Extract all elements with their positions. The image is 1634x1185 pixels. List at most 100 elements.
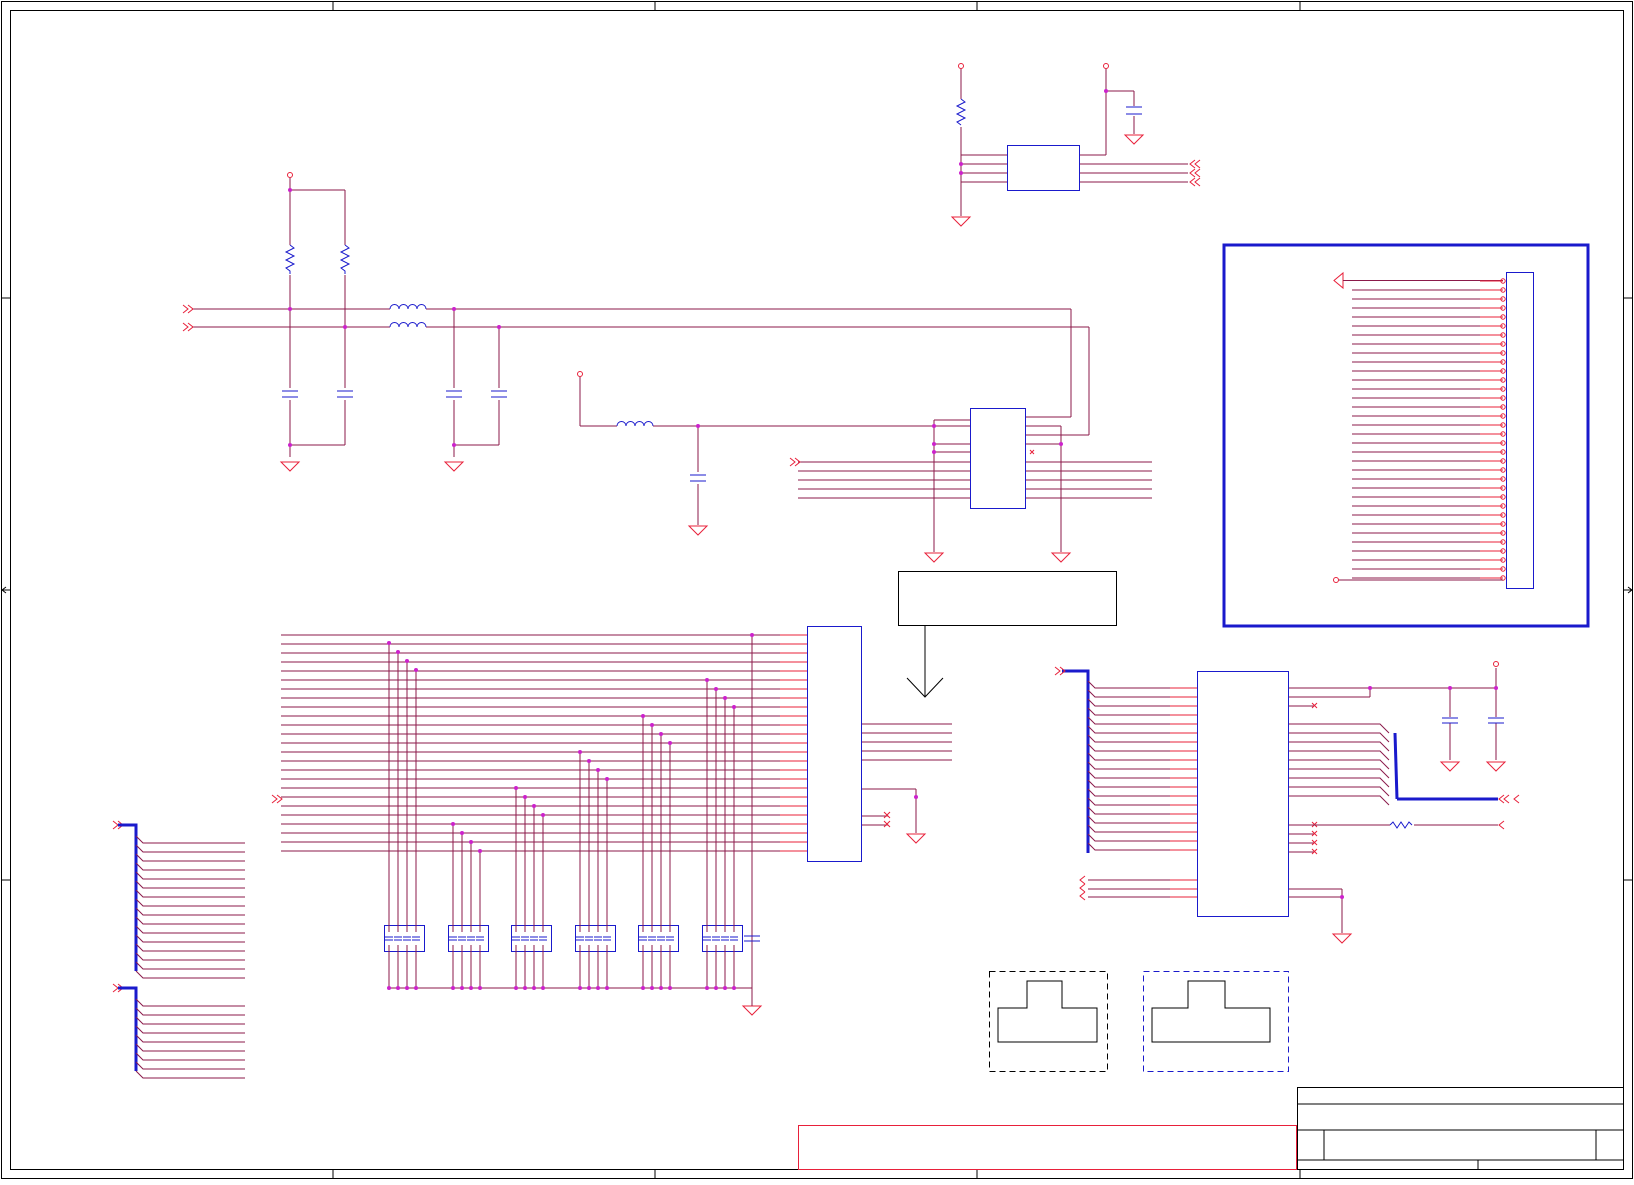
offpage-connector-icon (1079, 875, 1086, 901)
capacitor-icon (690, 474, 706, 482)
capacitor-icon (1126, 106, 1142, 115)
frame-ticks-right (1624, 297, 1633, 881)
junction-dot (541, 813, 545, 817)
junction-dot (532, 986, 536, 990)
capacitor-array-icon (511, 925, 552, 952)
ground-icon (905, 833, 927, 844)
junction-dot (596, 986, 600, 990)
bus-entry-wire (1087, 752, 1170, 761)
junction-dot (750, 633, 754, 637)
ground-icon (1123, 134, 1145, 145)
regulator-ic-icon (1007, 145, 1080, 191)
main-connector-ic-icon (807, 626, 862, 862)
bus-interface-ic-icon (1197, 671, 1289, 917)
junction-dot (523, 795, 527, 799)
bus-entry-wire (135, 871, 245, 880)
ground-icon (1050, 552, 1072, 563)
bus-entry-wire (1087, 815, 1170, 824)
bus-entry-wire (135, 961, 245, 970)
frame-ticks-left (1, 297, 10, 881)
junction-dot (478, 849, 482, 853)
junction-dot (714, 687, 718, 691)
power-port-icon (1493, 661, 1499, 667)
offpage-connector-icon (1498, 794, 1520, 830)
bus-entry-wire (135, 853, 245, 862)
resistor-icon (284, 244, 296, 274)
power-port-icon (287, 172, 293, 178)
junction-dot (587, 759, 591, 763)
ground-icon (443, 461, 465, 472)
capacitor-icon (1488, 717, 1504, 724)
bus-entry-wire (1289, 723, 1390, 734)
control-ic-circuit (577, 371, 1152, 563)
capacitor-array-icon (384, 925, 425, 952)
main-bus-wires (281, 633, 807, 1016)
footprint-outlines (989, 971, 1289, 1072)
junction-dot (705, 986, 709, 990)
bus-entry-wire (1289, 777, 1390, 788)
capacitor-array-icon (702, 925, 743, 952)
bus-entry-wire (1289, 741, 1390, 752)
junction-dot (641, 986, 645, 990)
bus-entry-wire (135, 880, 245, 889)
footprint-frame-blue (1143, 971, 1289, 1072)
bus-entry-wire (135, 1052, 245, 1061)
junction-dot (414, 668, 418, 672)
capacitor-array-icon (448, 925, 489, 952)
junction-dot (469, 986, 473, 990)
bus-entry-wire (1289, 786, 1390, 797)
frame-ticks-top (332, 1, 1301, 10)
junction-dot (451, 986, 455, 990)
bus-entry-wire (135, 998, 245, 1007)
capacitor-icon (491, 390, 507, 398)
power-port-icon (577, 371, 583, 377)
bus-entry-wire (135, 970, 245, 979)
bus-entry-wire (135, 1007, 245, 1016)
junction-dot (523, 986, 527, 990)
bus-entry-wire (135, 1025, 245, 1034)
ground-icon (1331, 933, 1353, 944)
junction-dot (578, 986, 582, 990)
junction-dot (668, 986, 672, 990)
power-regulator-circuit (950, 63, 1201, 227)
left-bus-bundles (112, 820, 245, 1079)
bus-interface-circuit (1054, 661, 1520, 944)
junction-dot (451, 822, 455, 826)
junction-dot (532, 804, 536, 808)
bus-entry-wire (1087, 833, 1170, 842)
main-connector-circuit (271, 626, 952, 1016)
bus-line-icon (1393, 732, 1399, 800)
junction-dot (587, 986, 591, 990)
bus-entry-wire (1289, 795, 1390, 806)
ground-icon (1333, 271, 1344, 290)
junction-dot (732, 705, 736, 709)
junction-dot (405, 659, 409, 663)
junction-dot (578, 750, 582, 754)
junction-dot (396, 650, 400, 654)
bus-entry-wire (135, 1070, 245, 1079)
connector-pins (1352, 278, 1506, 581)
bus-entry-wire (135, 889, 245, 898)
bus-entry-wire (1289, 759, 1390, 770)
bus-entry-wire (1087, 689, 1170, 698)
junction-dot (659, 986, 663, 990)
junction-dot (460, 831, 464, 835)
capacitor-array-icon (575, 925, 616, 952)
connector-module (1222, 243, 1590, 628)
bus-entry-wire (1087, 725, 1170, 734)
bus-entry-wire (135, 907, 245, 916)
junction-dot (641, 714, 645, 718)
bus-entry-wire (1087, 779, 1170, 788)
junction-dot (723, 986, 727, 990)
bus-entry-wire (1087, 698, 1170, 707)
ground-icon (950, 216, 972, 227)
resistor-icon (955, 98, 967, 126)
offpage-connector-icon (1189, 159, 1201, 187)
bus-entry-wire (1087, 743, 1170, 752)
junction-dot (469, 840, 473, 844)
offpage-connector-icon (182, 304, 194, 332)
junction-dot (387, 641, 391, 645)
bus-entry-wire (1087, 734, 1170, 743)
bus-entry-wire (1087, 788, 1170, 797)
bus-entry-wire (135, 862, 245, 871)
